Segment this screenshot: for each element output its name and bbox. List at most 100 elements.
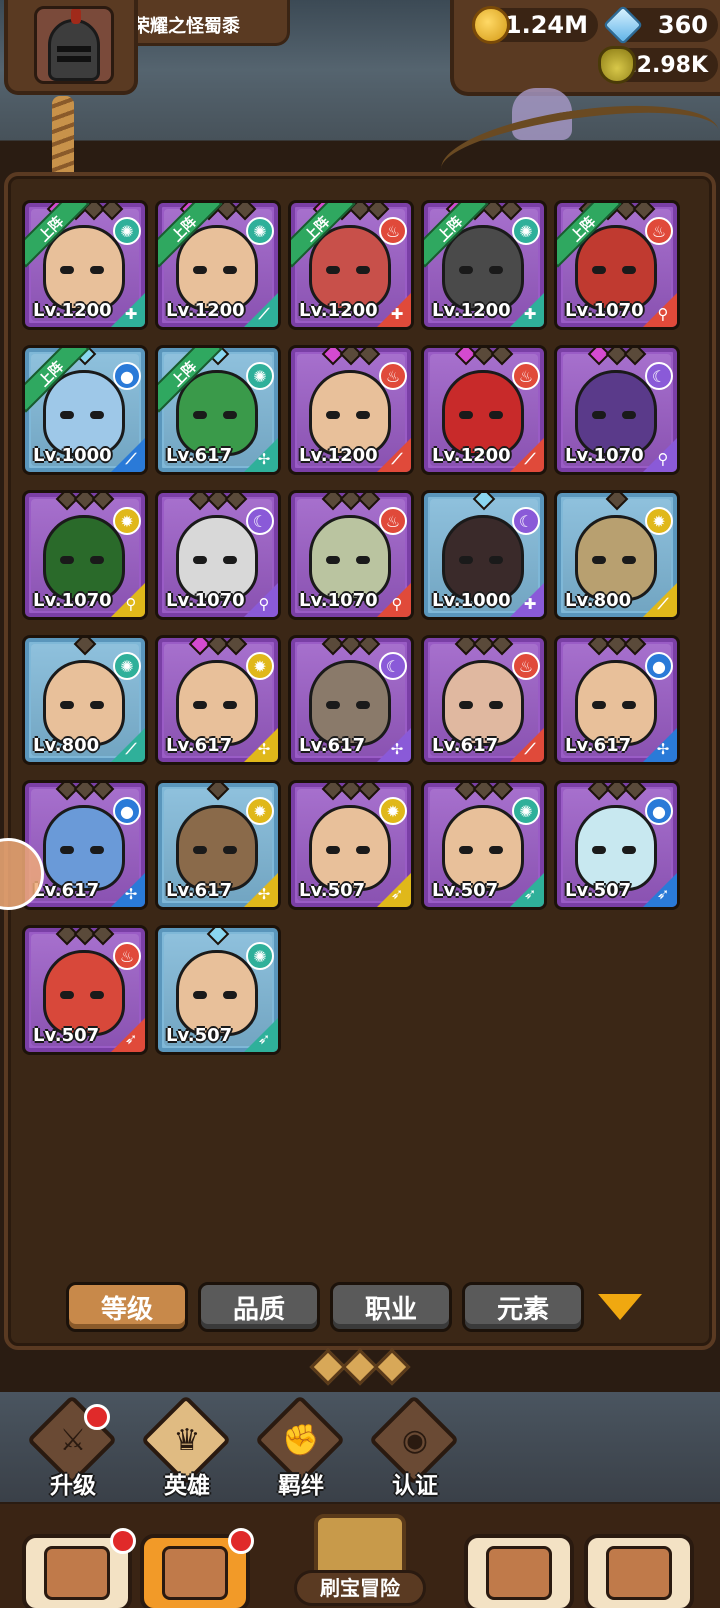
- shield-class-icon: ✚: [523, 305, 537, 323]
- dagger-class-icon: ✢: [257, 450, 271, 468]
- hero-card[interactable]: ✺ ⟋ Lv.800: [22, 635, 148, 765]
- hero-portrait: [176, 805, 258, 891]
- star-rank: [557, 493, 677, 511]
- star-rank: [25, 493, 145, 511]
- hero-card[interactable]: ♨ ⟋ Lv.1200: [288, 345, 414, 475]
- hero-nav-label: 认证: [392, 1473, 438, 1499]
- light-element-icon: ✹: [379, 797, 407, 825]
- shield-class-icon: ✚: [523, 595, 537, 613]
- bottom-tab-backpack[interactable]: [464, 1534, 574, 1608]
- dagger-class-icon: ✢: [124, 885, 138, 903]
- bottom-tab-hammer[interactable]: [584, 1534, 694, 1608]
- hero-card[interactable]: ☾ ✢ Lv.617: [288, 635, 414, 765]
- hero-level: Lv.1070: [565, 445, 644, 466]
- player-name: 荣耀之怪蜀黍: [132, 16, 240, 37]
- adventure-button[interactable]: 刷宝冒险: [284, 1504, 436, 1608]
- hero-nav-label: 羁绊: [278, 1473, 324, 1499]
- hero-card[interactable]: ● ✢ Lv.617: [554, 635, 680, 765]
- sword-class-icon: ⟋: [125, 450, 137, 468]
- hero-nav-label: 英雄: [164, 1473, 210, 1499]
- hero-card[interactable]: ☾ ⚲ Lv.1070: [155, 490, 281, 620]
- backpack-icon: [486, 1546, 552, 1600]
- game-screen: { "player":{"name":"荣耀之怪蜀黍"}, "resources…: [0, 0, 720, 1608]
- sword-class-icon: ⟋: [524, 450, 536, 468]
- notification-dot: [84, 1404, 110, 1430]
- hero-card[interactable]: ● ➶ Lv.507: [554, 780, 680, 910]
- dark-element-icon: ☾: [246, 507, 274, 535]
- profile-panel: [4, 0, 138, 95]
- star-rank: [424, 783, 544, 801]
- star-rank: [424, 348, 544, 366]
- sort-tab[interactable]: 职业: [330, 1282, 452, 1332]
- hero-level: Lv.617: [166, 445, 233, 466]
- hero-card[interactable]: ✹ ⟋ Lv.800: [554, 490, 680, 620]
- hero-level: Lv.507: [299, 880, 366, 901]
- hero-card[interactable]: ♨ ➶ Lv.507: [22, 925, 148, 1055]
- sort-tab[interactable]: 元素: [462, 1282, 584, 1332]
- hero-portrait: [575, 515, 657, 601]
- star-rank: [158, 783, 278, 801]
- star-rank: [291, 783, 411, 801]
- eye-icon: ◉: [401, 1423, 429, 1458]
- star-rank: [424, 493, 544, 511]
- sort-tab[interactable]: 等级: [66, 1282, 188, 1332]
- hero-card[interactable]: ✺ ➶ Lv.507: [155, 925, 281, 1055]
- hero-card[interactable]: 上阵 ✺ ⟋ Lv.1200: [155, 200, 281, 330]
- hero-card[interactable]: 上阵 ♨ ✚ Lv.1200: [288, 200, 414, 330]
- hero-card[interactable]: 上阵 ✺ ✚ Lv.1200: [421, 200, 547, 330]
- star-rank: [557, 783, 677, 801]
- star-rank: [291, 638, 411, 656]
- potion-counter[interactable]: 12.98K: [598, 46, 718, 84]
- hero-card[interactable]: ☾ ✚ Lv.1000: [421, 490, 547, 620]
- fire-element-icon: ♨: [512, 652, 540, 680]
- hero-portrait: [442, 515, 524, 601]
- sword-class-icon: ⟋: [125, 740, 137, 758]
- hero-card[interactable]: ♨ ⟋ Lv.1200: [421, 345, 547, 475]
- panel-divider-ornament: [309, 1348, 411, 1386]
- hero-level: Lv.1070: [299, 590, 378, 611]
- hero-nav-2[interactable]: ✊ 羁绊: [254, 1394, 346, 1499]
- hero-level: Lv.1200: [166, 300, 245, 321]
- bow-class-icon: ➶: [656, 885, 670, 903]
- hero-card[interactable]: ✹ ⚲ Lv.1070: [22, 490, 148, 620]
- hero-card[interactable]: 上阵 ✺ ✢ Lv.617: [155, 345, 281, 475]
- hero-nav-0[interactable]: ⚔ 升级: [26, 1394, 118, 1499]
- dark-element-icon: ☾: [512, 507, 540, 535]
- hero-portrait: [309, 370, 391, 456]
- shop-icon: [44, 1546, 110, 1600]
- hero-card[interactable]: 上阵 ✺ ✚ Lv.1200: [22, 200, 148, 330]
- hero-card[interactable]: ✺ ➶ Lv.507: [421, 780, 547, 910]
- gem-counter[interactable]: 360: [602, 4, 718, 46]
- sort-tab[interactable]: 品质: [198, 1282, 320, 1332]
- bottom-tab-shop[interactable]: [22, 1528, 136, 1608]
- hero-level: Lv.617: [299, 735, 366, 756]
- staff-class-icon: ⚲: [391, 595, 403, 613]
- star-rank: [557, 638, 677, 656]
- water-element-icon: ●: [113, 362, 141, 390]
- sword-class-icon: ⟋: [258, 305, 270, 323]
- star-rank: [291, 348, 411, 366]
- hero-nav-3[interactable]: ◉ 认证: [368, 1394, 460, 1499]
- hero-card[interactable]: ♨ ⟋ Lv.617: [421, 635, 547, 765]
- hero-card[interactable]: ✹ ➶ Lv.507: [288, 780, 414, 910]
- gold-counter[interactable]: 1.24M: [472, 6, 598, 44]
- hero-nav-1[interactable]: ♛ 英雄: [140, 1394, 232, 1499]
- hero-portrait: [176, 515, 258, 601]
- wind-element-icon: ✺: [246, 217, 274, 245]
- hero-card[interactable]: ● ✢ Lv.617: [22, 780, 148, 910]
- hammer-icon: [606, 1546, 672, 1600]
- dagger-class-icon: ✢: [390, 740, 404, 758]
- hero-level: Lv.617: [33, 880, 100, 901]
- hero-level: Lv.617: [565, 735, 632, 756]
- hero-card[interactable]: ✹ ✢ Lv.617: [155, 635, 281, 765]
- player-avatar[interactable]: [34, 6, 114, 84]
- hero-card[interactable]: ✹ ✢ Lv.617: [155, 780, 281, 910]
- hero-card[interactable]: 上阵 ● ⟋ Lv.1000: [22, 345, 148, 475]
- hero-level: Lv.507: [432, 880, 499, 901]
- hero-card[interactable]: 上阵 ♨ ⚲ Lv.1070: [554, 200, 680, 330]
- bottom-tab-hero-portrait[interactable]: [140, 1528, 254, 1608]
- hero-card[interactable]: ♨ ⚲ Lv.1070: [288, 490, 414, 620]
- filter-dropdown-button[interactable]: [598, 1292, 642, 1322]
- hero-portrait-icon: [162, 1546, 228, 1600]
- hero-card[interactable]: ☾ ⚲ Lv.1070: [554, 345, 680, 475]
